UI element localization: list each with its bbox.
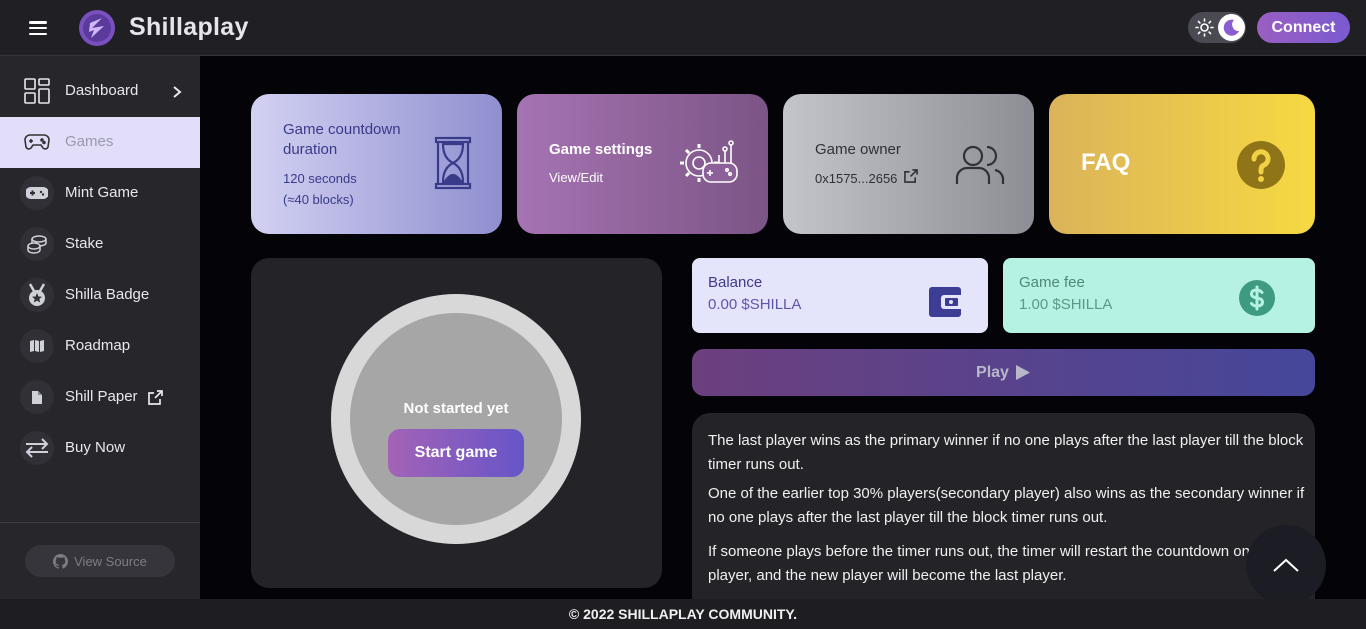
connect-button[interactable]: Connect — [1257, 12, 1350, 43]
settings-title: Game settings — [549, 141, 653, 158]
top-bar: Shillaplay Connect — [0, 0, 1366, 56]
rule-text: If someone plays before the timer runs o… — [708, 543, 1307, 584]
scroll-to-top-button[interactable] — [1246, 525, 1326, 605]
balance-card: Balance 0.00 $SHILLA — [692, 258, 988, 333]
owner-card: Game owner 0x1575...2656 — [783, 94, 1034, 234]
moon-icon — [1223, 19, 1239, 36]
settings-card[interactable]: Game settings View/Edit — [517, 94, 768, 234]
sidebar-item-shill-paper[interactable]: Shill Paper — [0, 372, 200, 423]
play-button[interactable]: Play — [692, 349, 1315, 396]
sidebar-item-label: Roadmap — [65, 337, 131, 354]
game-timer-inner: Not started yet Start game — [350, 313, 562, 525]
view-source-button[interactable]: View Source — [25, 545, 175, 577]
medal-icon — [20, 278, 54, 312]
external-link-icon — [148, 390, 163, 405]
github-icon — [53, 553, 69, 569]
game-panel: Not started yet Start game — [251, 258, 662, 588]
sidebar-item-buy-now[interactable]: Buy Now — [0, 423, 200, 474]
game-status: Not started yet — [403, 400, 509, 417]
sidebar-item-label: Shill Paper — [65, 388, 138, 405]
sidebar-item-mint-game[interactable]: Mint Game — [0, 168, 200, 219]
owner-address-row[interactable]: 0x1575...2656 — [815, 169, 918, 186]
hourglass-icon — [434, 136, 472, 190]
fee-value: 1.00 $SHILLA — [1019, 296, 1113, 313]
controller-icon — [20, 176, 54, 210]
sidebar-item-label: Stake — [65, 235, 104, 252]
balance-value: 0.00 $SHILLA — [708, 296, 802, 313]
sidebar-divider — [0, 522, 200, 523]
view-source-label: View Source — [74, 553, 147, 569]
gamepad-icon — [20, 125, 54, 159]
dashboard-icon — [20, 74, 54, 108]
theme-toggle[interactable] — [1188, 12, 1246, 43]
gear-controller-icon — [680, 140, 738, 183]
logo — [79, 10, 115, 46]
sidebar-item-dashboard[interactable]: Dashboard — [0, 66, 200, 117]
document-icon — [20, 380, 54, 414]
wallet-icon — [929, 287, 961, 317]
fee-card: Game fee 1.00 $SHILLA — [1003, 258, 1315, 333]
chevron-up-icon — [1273, 558, 1299, 572]
sidebar-item-shilla-badge[interactable]: Shilla Badge — [0, 270, 200, 321]
sidebar-item-roadmap[interactable]: Roadmap — [0, 321, 200, 372]
sidebar-item-label: Buy Now — [65, 439, 126, 456]
fee-label: Game fee — [1019, 274, 1085, 291]
start-game-button[interactable]: Start game — [388, 429, 524, 477]
sidebar-item-label: Mint Game — [65, 184, 139, 201]
sidebar: Dashboard Games Mint Game Stake Shilla B… — [0, 56, 200, 599]
countdown-seconds: 120 seconds — [283, 171, 357, 186]
chevron-right-icon — [173, 86, 182, 98]
question-icon — [1237, 141, 1285, 189]
sun-icon — [1195, 18, 1214, 37]
countdown-blocks: (≈40 blocks) — [283, 192, 354, 207]
game-timer-ring: Not started yet Start game — [331, 294, 581, 544]
countdown-title: Game countdown duration — [283, 121, 401, 158]
sidebar-item-label: Games — [65, 133, 114, 150]
rule-text: The last player wins as the primary winn… — [708, 432, 1304, 473]
faq-title: FAQ — [1081, 149, 1131, 176]
countdown-value: 120 seconds (≈40 blocks) — [283, 168, 357, 210]
rule-text: One of the earlier top 30% players(secon… — [708, 485, 1305, 526]
sidebar-item-label: Dashboard — [65, 82, 139, 99]
settings-action[interactable]: View/Edit — [549, 170, 603, 185]
owner-address[interactable]: 0x1575...2656 — [815, 171, 897, 186]
sidebar-item-stake[interactable]: Stake — [0, 219, 200, 270]
external-link-icon[interactable] — [904, 169, 918, 183]
brand-name: Shillaplay — [129, 13, 249, 41]
moon-toggle[interactable] — [1218, 14, 1245, 41]
countdown-card: Game countdown duration 120 seconds (≈40… — [251, 94, 502, 234]
map-icon — [20, 329, 54, 363]
sidebar-item-label: Shilla Badge — [65, 286, 150, 303]
faq-card[interactable]: FAQ — [1049, 94, 1315, 234]
play-icon — [1015, 365, 1030, 380]
play-label: Play — [976, 363, 1009, 381]
dollar-icon — [1239, 280, 1275, 316]
owner-title: Game owner — [815, 141, 901, 158]
balance-label: Balance — [708, 274, 763, 291]
sidebar-item-games[interactable]: Games — [0, 117, 200, 168]
swap-icon — [20, 431, 54, 465]
users-icon — [955, 145, 1005, 184]
rules-panel: The last player wins as the primary winn… — [692, 413, 1315, 599]
coins-icon — [20, 227, 54, 261]
menu-icon[interactable] — [28, 18, 48, 38]
footer: © 2022 SHILLAPLAY COMMUNITY. — [0, 599, 1366, 629]
